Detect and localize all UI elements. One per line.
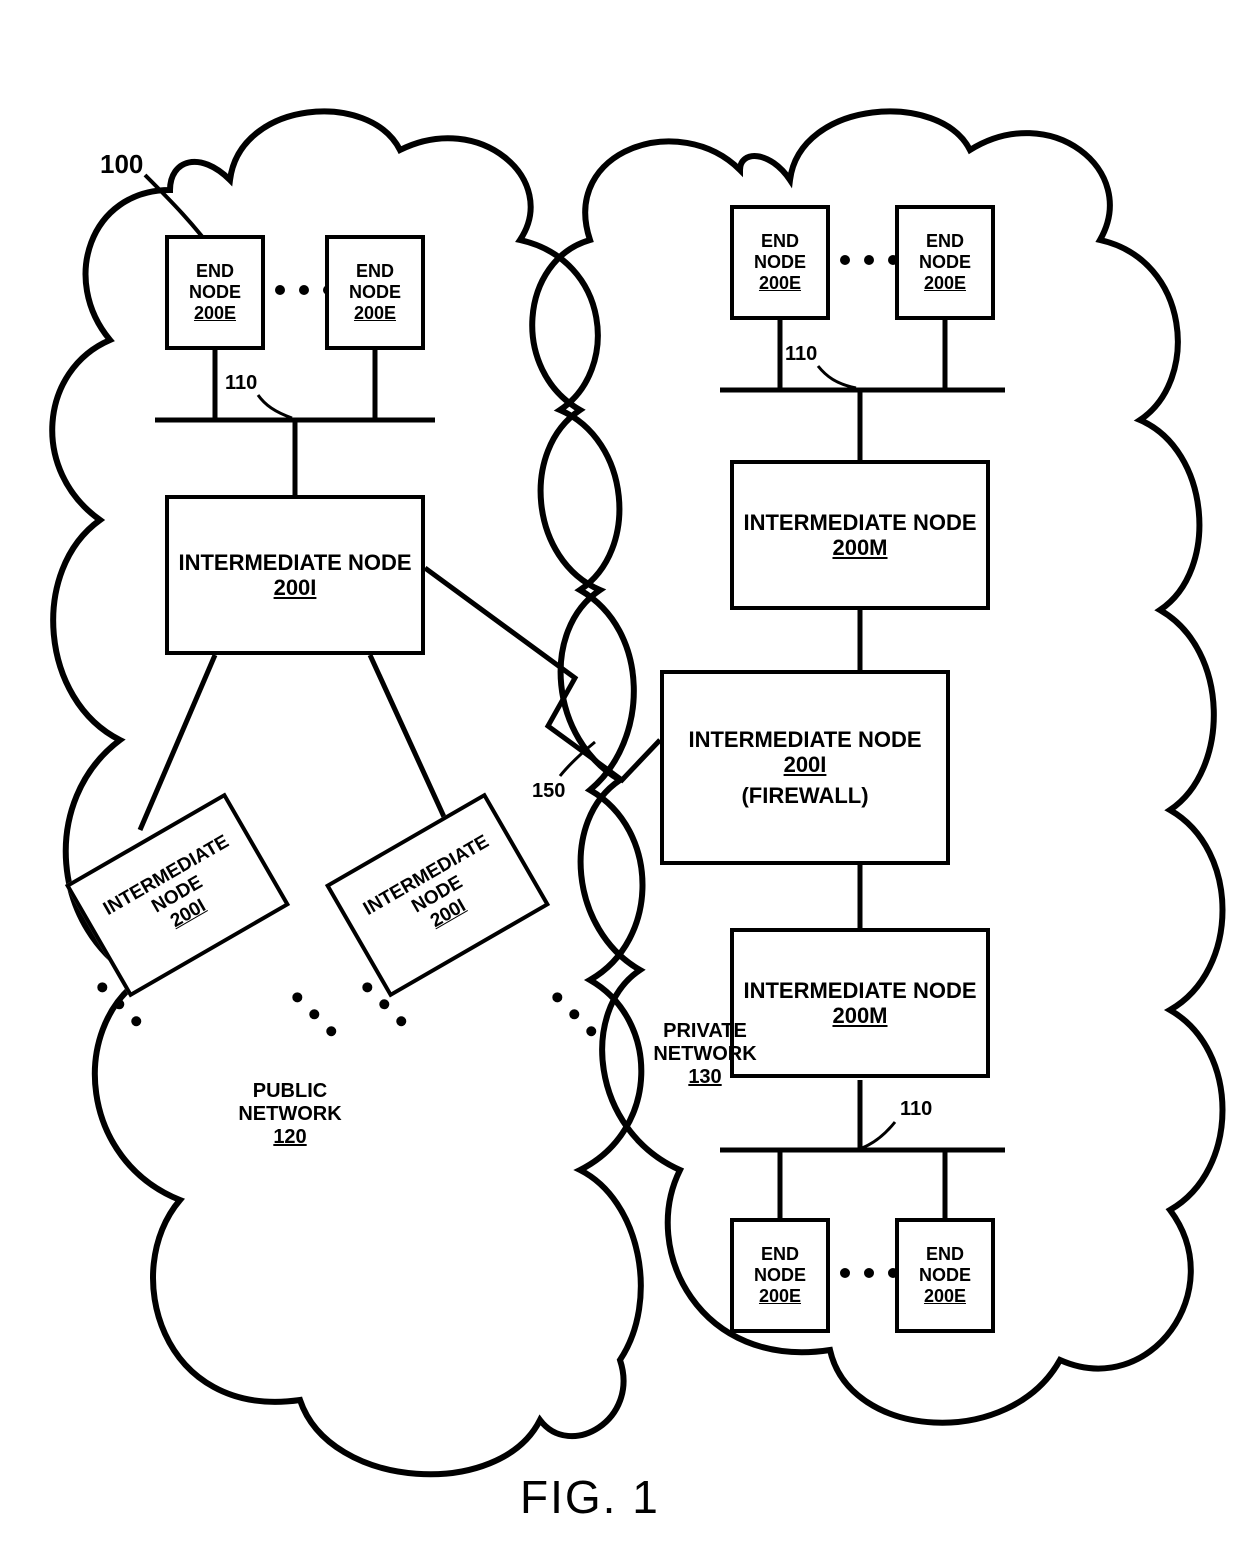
public-bus-ref: 110 <box>225 372 257 395</box>
private-network-label: PRIVATE NETWORK 130 <box>630 1020 780 1089</box>
node-ref: 200I <box>274 575 317 600</box>
label-ref: 120 <box>273 1126 306 1148</box>
node-ref: 200E <box>354 303 396 324</box>
wan-link-ref: 150 <box>532 780 565 803</box>
private-end-node-bottom-2: END NODE 200E <box>895 1218 995 1333</box>
private-end-node-bottom-1: END NODE 200E <box>730 1218 830 1333</box>
private-bus-ref-top: 110 <box>785 343 817 366</box>
node-subtitle: (FIREWALL) <box>741 783 868 808</box>
connectors-svg <box>0 0 1240 1555</box>
node-ref: 200M <box>832 1003 887 1028</box>
label-ref: 130 <box>688 1066 721 1088</box>
label-text: PUBLIC NETWORK <box>238 1080 341 1125</box>
private-bottom-ellipsis <box>840 1268 898 1278</box>
label-text: PRIVATE NETWORK <box>653 1020 756 1065</box>
public-intermediate-lower-1: INTERMEDIATE NODE 200I <box>65 792 290 997</box>
private-top-ellipsis <box>840 255 898 265</box>
node-title: INTERMEDIATE NODE <box>84 822 259 948</box>
node-title: INTERMEDIATE NODE <box>688 727 921 752</box>
figure-ref: 100 <box>100 150 143 180</box>
dots-br-2 <box>550 990 599 1039</box>
diagram-canvas: 100 END NODE 200E END NODE 200E 110 INTE… <box>0 0 1240 1555</box>
node-title: END NODE <box>734 1244 826 1285</box>
figure-caption: FIG. 1 <box>520 1470 660 1524</box>
node-title: INTERMEDIATE NODE <box>178 550 411 575</box>
public-network-label: PUBLIC NETWORK 120 <box>210 1080 370 1149</box>
node-ref: 200E <box>924 1286 966 1307</box>
node-title: END NODE <box>329 261 421 302</box>
node-ref: 200M <box>832 535 887 560</box>
node-title: END NODE <box>899 1244 991 1285</box>
node-title: INTERMEDIATE NODE <box>743 510 976 535</box>
private-end-node-top-2: END NODE 200E <box>895 205 995 320</box>
node-title: END NODE <box>899 231 991 272</box>
node-ref: 200E <box>194 303 236 324</box>
node-ref: 200E <box>759 1286 801 1307</box>
node-title: END NODE <box>734 231 826 272</box>
public-end-node-1: END NODE 200E <box>165 235 265 350</box>
private-bus-ref-bottom: 110 <box>900 1098 932 1121</box>
node-title: INTERMEDIATE NODE <box>743 978 976 1003</box>
node-ref: 200E <box>759 273 801 294</box>
public-intermediate-lower-2: INTERMEDIATE NODE 200I <box>325 792 550 997</box>
private-firewall-node: INTERMEDIATE NODE 200I (FIREWALL) <box>660 670 950 865</box>
private-end-node-top-1: END NODE 200E <box>730 205 830 320</box>
node-title: END NODE <box>169 261 261 302</box>
public-intermediate-main: INTERMEDIATE NODE 200I <box>165 495 425 655</box>
dots-bl-2 <box>290 990 339 1039</box>
node-ref: 200I <box>784 752 827 777</box>
node-ref: 200E <box>924 273 966 294</box>
node-title: INTERMEDIATE NODE <box>344 822 519 948</box>
public-end-node-2: END NODE 200E <box>325 235 425 350</box>
private-intermediate-top: INTERMEDIATE NODE 200M <box>730 460 990 610</box>
